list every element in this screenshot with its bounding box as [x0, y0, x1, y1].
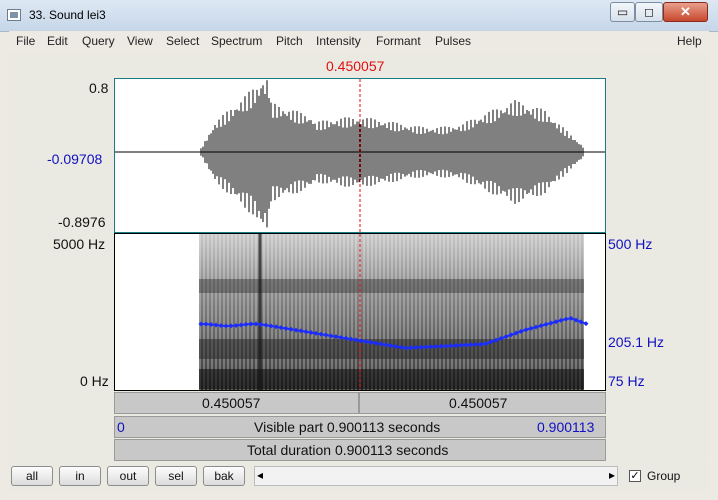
waveform-ymax-label: 0.8 [89, 80, 109, 96]
scroll-left-arrow[interactable]: ◂ [257, 468, 263, 482]
spectrogram-panel[interactable] [114, 233, 606, 391]
waveform-signal [200, 80, 584, 228]
visible-start-label: 0 [117, 419, 125, 435]
group-checkbox-label: Group [647, 469, 681, 483]
menu-spectrum[interactable]: Spectrum [211, 34, 262, 48]
menu-bar: File Edit Query View Select Spectrum Pit… [9, 31, 709, 52]
menu-edit[interactable]: Edit [47, 34, 68, 48]
menu-intensity[interactable]: Intensity [316, 34, 361, 48]
pitch-max-label: 500 Hz [608, 236, 653, 252]
zoom-out-button[interactable]: out [107, 466, 149, 486]
cursor-time-label: 0.450057 [326, 58, 385, 74]
spectrogram-fmin-label: 0 Hz [80, 373, 109, 389]
menu-pitch[interactable]: Pitch [276, 34, 303, 48]
time-bar-right[interactable]: 0.450057 [359, 392, 606, 414]
pitch-current-label: 205.1 Hz [608, 334, 665, 350]
scroll-right-arrow[interactable]: ▸ [609, 468, 615, 482]
pitch-min-label: 75 Hz [608, 373, 645, 389]
visible-part-label: Visible part 0.900113 seconds [254, 419, 441, 435]
visible-end-label: 0.900113 [537, 419, 595, 435]
close-button[interactable]: ✕ [663, 2, 708, 22]
zoom-all-button[interactable]: all [11, 466, 53, 486]
menu-query[interactable]: Query [82, 34, 115, 48]
menu-file[interactable]: File [16, 34, 35, 48]
maximize-button[interactable]: ◻ [635, 2, 663, 22]
menu-formant[interactable]: Formant [376, 34, 421, 48]
menu-view[interactable]: View [127, 34, 153, 48]
menu-help[interactable]: Help [677, 34, 702, 48]
total-duration-bar[interactable]: Total duration 0.900113 seconds [114, 439, 606, 461]
waveform-panel[interactable] [114, 78, 606, 233]
time-bar-left-label: 0.450057 [202, 395, 261, 411]
zoom-in-button[interactable]: in [59, 466, 101, 486]
praat-sound-window: 33. Sound lei3 ▭ ◻ ✕ File Edit Query Vie… [0, 0, 718, 500]
total-duration-label: Total duration 0.900113 seconds [247, 442, 449, 458]
time-bar-left[interactable]: 0.450057 [114, 392, 359, 414]
menu-pulses[interactable]: Pulses [435, 34, 471, 48]
app-window-icon [7, 9, 21, 21]
waveform-zero-label: -0.09708 [47, 151, 103, 167]
waveform-ymin-label: -0.8976 [58, 214, 106, 230]
menu-select[interactable]: Select [166, 34, 199, 48]
zoom-selection-button[interactable]: sel [155, 466, 197, 486]
spectrogram-fmax-label: 5000 Hz [53, 236, 106, 252]
minimize-button[interactable]: ▭ [610, 2, 635, 22]
horizontal-scrollbar[interactable]: ◂ ▸ [254, 466, 618, 486]
zoom-back-button[interactable]: bak [203, 466, 245, 486]
visible-part-bar[interactable]: 0 Visible part 0.900113 seconds 0.900113 [114, 416, 606, 438]
time-bar-right-label: 0.450057 [449, 395, 508, 411]
group-checkbox[interactable]: ✓ [629, 470, 641, 482]
pitch-point [583, 321, 589, 327]
window-title: 33. Sound lei3 [29, 8, 106, 22]
